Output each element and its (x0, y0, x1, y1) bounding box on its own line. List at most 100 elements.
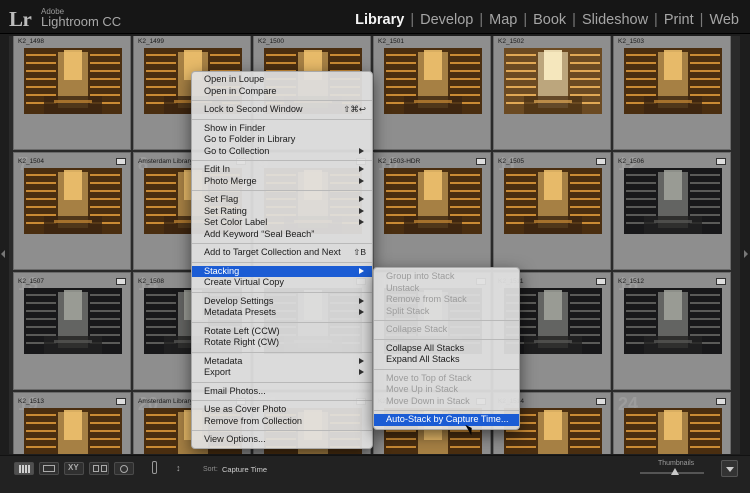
submenu-item-collapse-stack: Collapse Stack (374, 324, 519, 336)
menu-item-go-to-folder-in-library[interactable]: Go to Folder in Library (192, 134, 372, 146)
photo-thumbnail[interactable] (384, 168, 482, 234)
menu-item-label: Open in Loupe (204, 74, 265, 84)
photo-thumbnail[interactable] (624, 408, 722, 454)
grid-cell[interactable]: 13 K2_1507 (13, 272, 131, 390)
grid-cell[interactable]: 7 K2_1504 (13, 152, 131, 270)
menu-separator (374, 320, 519, 321)
menu-item-label: View Options... (204, 434, 266, 444)
menu-item-add-keyword-seal-beach[interactable]: Add Keyword “Seal Beach” (192, 229, 372, 241)
photo-thumbnail[interactable] (624, 288, 722, 354)
menu-item-label: Lock to Second Window (204, 104, 303, 114)
submenu-item-move-up-in-stack: Move Up in Stack (374, 384, 519, 396)
people-view-button[interactable] (114, 462, 134, 475)
menu-item-label: Set Color Label (204, 217, 268, 227)
menu-item-set-rating[interactable]: Set Rating (192, 206, 372, 218)
menu-item-photo-merge[interactable]: Photo Merge (192, 176, 372, 188)
menu-item-metadata[interactable]: Metadata (192, 356, 372, 368)
submenu-item-split-stack: Split Stack (374, 306, 519, 318)
menu-separator (192, 261, 372, 263)
module-slideshow[interactable]: Slideshow (577, 12, 653, 28)
menu-item-open-in-loupe[interactable]: Open in Loupe (192, 74, 372, 86)
spray-can-icon[interactable] (152, 461, 157, 474)
menu-item-use-as-cover-photo[interactable]: Use as Cover Photo (192, 404, 372, 416)
menu-item-add-to-target-collection-and-next[interactable]: Add to Target Collection and Next ⇧B (192, 247, 372, 259)
menu-item-label: Use as Cover Photo (204, 404, 287, 414)
left-panel-toggle-icon[interactable] (1, 250, 5, 258)
menu-item-open-in-compare[interactable]: Open in Compare (192, 86, 372, 98)
photo-thumbnail[interactable] (624, 168, 722, 234)
grid-cell[interactable]: K2_1498 (13, 36, 131, 150)
grid-cell[interactable]: K2_1502 (493, 36, 611, 150)
menu-item-label: Edit In (204, 164, 231, 174)
grid-cell[interactable]: K2_1501 (373, 36, 491, 150)
menu-item-stacking[interactable]: Stacking (192, 265, 372, 277)
survey-view-button[interactable] (89, 462, 109, 475)
menu-separator (374, 368, 519, 370)
menu-item-label: Email Photos... (204, 385, 266, 396)
photo-thumbnail[interactable] (24, 288, 122, 354)
module-book[interactable]: Book (528, 12, 571, 28)
photo-thumbnail[interactable] (384, 48, 482, 114)
menu-item-label: Move Down in Stack (386, 395, 470, 406)
grid-cell[interactable]: 10 K2_1503-HDR (373, 152, 491, 270)
menu-item-label: Create Virtual Copy (204, 277, 285, 287)
grid-cell[interactable]: 12 K2_1506 (613, 152, 731, 270)
menu-item-label: Add to Target Collection and Next (204, 247, 341, 257)
photo-thumbnail[interactable] (24, 168, 122, 234)
photo-thumbnail[interactable] (504, 168, 602, 234)
module-web[interactable]: Web (704, 12, 744, 28)
menu-item-set-flag[interactable]: Set Flag (192, 194, 372, 206)
menu-item-view-options[interactable]: View Options... (192, 434, 372, 446)
module-map[interactable]: Map (484, 12, 522, 28)
menu-item-rotate-left-ccw[interactable]: Rotate Left (CCW) (192, 326, 372, 338)
submenu-item-unstack: Unstack (374, 283, 519, 295)
submenu-item-auto-stack-by-capture-time[interactable]: Auto-Stack by Capture Time... (374, 414, 519, 426)
cell-filename: K2_1512 (618, 278, 645, 285)
menu-shortcut: ⇧⌘↩ (343, 104, 366, 114)
module-develop[interactable]: Develop (415, 12, 478, 28)
compare-view-button[interactable]: XY (64, 462, 84, 475)
toolbar: XY ↕ Sort: Capture Time Thumbnails (0, 455, 750, 493)
menu-item-label: Open in Compare (204, 85, 277, 96)
menu-item-edit-in[interactable]: Edit In (192, 164, 372, 176)
menu-separator (192, 321, 372, 323)
photo-thumbnail[interactable] (504, 48, 602, 114)
menu-separator (192, 291, 372, 293)
grid-cell[interactable]: 11 K2_1505 (493, 152, 611, 270)
cell-filename: K2_1513 (18, 398, 45, 405)
menu-item-label: Set Flag (204, 194, 239, 204)
grid-cell[interactable]: 18 K2_1512 (613, 272, 731, 390)
module-print[interactable]: Print (659, 12, 699, 28)
menu-item-remove-from-collection[interactable]: Remove from Collection (192, 416, 372, 428)
slider-knob[interactable] (671, 468, 680, 475)
grid-cell[interactable]: 19 K2_1513 (13, 392, 131, 454)
right-panel-toggle-icon[interactable] (744, 250, 748, 258)
menu-item-email-photos[interactable]: Email Photos... (192, 386, 372, 398)
grid-icon (19, 465, 30, 473)
loupe-view-button[interactable] (39, 462, 59, 475)
photo-thumbnail[interactable] (24, 408, 122, 454)
submenu-item-collapse-all-stacks[interactable]: Collapse All Stacks (374, 343, 519, 355)
menu-item-lock-to-second-window[interactable]: Lock to Second Window ⇧⌘↩ (192, 104, 372, 116)
sort-direction-icon[interactable]: ↕ (176, 463, 181, 473)
menu-item-set-color-label[interactable]: Set Color Label (192, 217, 372, 229)
menu-item-metadata-presets[interactable]: Metadata Presets (192, 307, 372, 319)
menu-item-export[interactable]: Export (192, 367, 372, 379)
photo-thumbnail[interactable] (24, 48, 122, 114)
grid-cell[interactable]: K2_1503 (613, 36, 731, 150)
menu-separator (192, 400, 372, 401)
sort-dropdown[interactable]: Capture Time (222, 465, 267, 474)
grid-cell[interactable]: 24 (613, 392, 731, 454)
submenu-item-expand-all-stacks[interactable]: Expand All Stacks (374, 354, 519, 366)
metadata-badge-icon (716, 158, 726, 165)
photo-thumbnail[interactable] (624, 48, 722, 114)
grid-view-button[interactable] (14, 462, 34, 475)
menu-item-rotate-right-cw[interactable]: Rotate Right (CW) (192, 337, 372, 349)
module-library[interactable]: Library (350, 12, 409, 28)
toolbar-menu-button[interactable] (721, 460, 738, 477)
menu-item-develop-settings[interactable]: Develop Settings (192, 296, 372, 308)
menu-item-create-virtual-copy[interactable]: Create Virtual Copy (192, 277, 372, 289)
menu-item-go-to-collection[interactable]: Go to Collection (192, 146, 372, 158)
menu-item-show-in-finder[interactable]: Show in Finder (192, 123, 372, 135)
menu-item-label: Unstack (386, 282, 420, 293)
